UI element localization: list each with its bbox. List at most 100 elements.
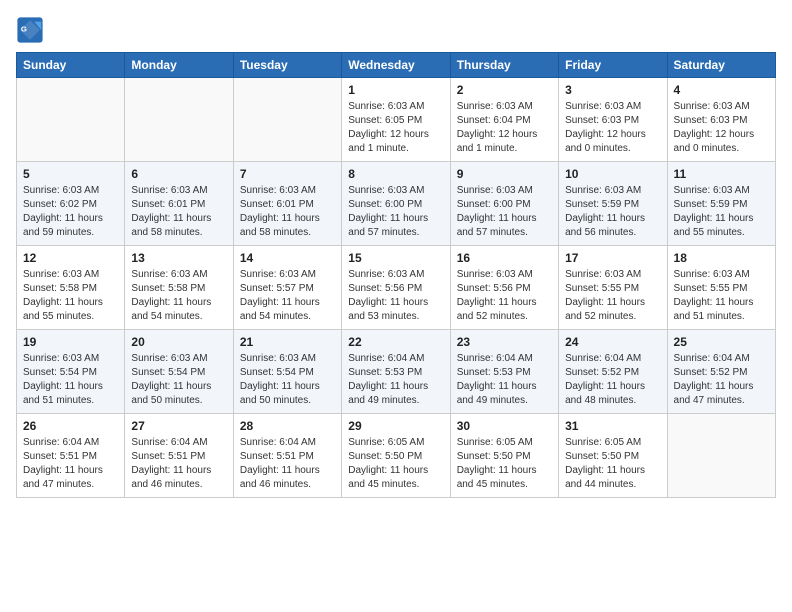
calendar-cell: 19Sunrise: 6:03 AMSunset: 5:54 PMDayligh… — [17, 330, 125, 414]
calendar-cell: 3 Sunrise: 6:03 AMSunset: 6:03 PMDaylight… — [559, 78, 667, 162]
cell-date: 3 — [565, 83, 660, 97]
cell-info: Sunrise: 6:03 AMSunset: 6:00 PMDaylight:… — [348, 184, 443, 240]
week-row-4: 19Sunrise: 6:03 AMSunset: 5:54 PMDayligh… — [17, 330, 776, 414]
cell-info: Sunrise: 6:03 AMSunset: 6:04 PMDaylight:… — [457, 100, 552, 156]
calendar-cell — [17, 78, 125, 162]
cell-date: 22 — [348, 335, 443, 349]
calendar-cell: 12 Sunrise: 6:03 AMSunset: 5:58 PMDayligh… — [17, 246, 125, 330]
cell-date: 5 — [23, 167, 118, 181]
cell-date: 6 — [131, 167, 226, 181]
calendar-table: SundayMondayTuesdayWednesdayThursdayFrid… — [16, 52, 776, 498]
calendar-cell: 21Sunrise: 6:03 AMSunset: 5:54 PMDayligh… — [233, 330, 341, 414]
calendar-cell: 14 Sunrise: 6:03 AMSunset: 5:57 PMDayligh… — [233, 246, 341, 330]
cell-info: Sunrise: 6:03 AMSunset: 5:58 PMDaylight:… — [131, 268, 226, 324]
calendar-cell: 27Sunrise: 6:04 AMSunset: 5:51 PMDayligh… — [125, 414, 233, 498]
cell-date: 26 — [23, 419, 118, 433]
week-row-2: 5 Sunrise: 6:03 AMSunset: 6:02 PMDaylight… — [17, 162, 776, 246]
calendar-cell: 20 Sunrise: 6:03 AMSunset: 5:54 PMDayligh… — [125, 330, 233, 414]
cell-info: Sunrise: 6:04 AMSunset: 5:52 PMDaylight:… — [565, 352, 660, 408]
week-row-3: 12 Sunrise: 6:03 AMSunset: 5:58 PMDayligh… — [17, 246, 776, 330]
cell-info: Sunrise: 6:03 AMSunset: 5:54 PMDaylight:… — [131, 352, 226, 408]
cell-date: 20 — [131, 335, 226, 349]
cell-date: 11 — [674, 167, 769, 181]
calendar-cell: 18 Sunrise: 6:03 AMSunset: 5:55 PMDayligh… — [667, 246, 775, 330]
cell-date: 7 — [240, 167, 335, 181]
cell-info: Sunrise: 6:03 AMSunset: 5:57 PMDaylight:… — [240, 268, 335, 324]
cell-info: Sunrise: 6:03 AMSunset: 6:02 PMDaylight:… — [23, 184, 118, 240]
calendar-cell: 1 Sunrise: 6:03 AMSunset: 6:05 PMDaylight… — [342, 78, 450, 162]
calendar-cell: 10 Sunrise: 6:03 AMSunset: 5:59 PMDayligh… — [559, 162, 667, 246]
cell-info: Sunrise: 6:03 AMSunset: 6:01 PMDaylight:… — [131, 184, 226, 240]
calendar-cell: 11 Sunrise: 6:03 AMSunset: 5:59 PMDayligh… — [667, 162, 775, 246]
svg-text:G: G — [21, 24, 27, 33]
cell-info: Sunrise: 6:04 AMSunset: 5:51 PMDaylight:… — [240, 436, 335, 492]
calendar-cell: 31 Sunrise: 6:05 AMSunset: 5:50 PMDayligh… — [559, 414, 667, 498]
cell-info: Sunrise: 6:04 AMSunset: 5:53 PMDaylight:… — [348, 352, 443, 408]
calendar-cell: 25 Sunrise: 6:04 AMSunset: 5:52 PMDayligh… — [667, 330, 775, 414]
cell-info: Sunrise: 6:03 AMSunset: 6:03 PMDaylight:… — [565, 100, 660, 156]
cell-date: 28 — [240, 419, 335, 433]
cell-date: 25 — [674, 335, 769, 349]
cell-info: Sunrise: 6:04 AMSunset: 5:53 PMDaylight:… — [457, 352, 552, 408]
calendar-cell: 16 Sunrise: 6:03 AMSunset: 5:56 PMDayligh… — [450, 246, 558, 330]
cell-info: Sunrise: 6:03 AMSunset: 5:58 PMDaylight:… — [23, 268, 118, 324]
calendar-cell: 23 Sunrise: 6:04 AMSunset: 5:53 PMDayligh… — [450, 330, 558, 414]
calendar-cell: 6 Sunrise: 6:03 AMSunset: 6:01 PMDaylight… — [125, 162, 233, 246]
calendar-cell: 15 Sunrise: 6:03 AMSunset: 5:56 PMDayligh… — [342, 246, 450, 330]
calendar-cell: 8 Sunrise: 6:03 AMSunset: 6:00 PMDaylight… — [342, 162, 450, 246]
week-row-1: 1 Sunrise: 6:03 AMSunset: 6:05 PMDaylight… — [17, 78, 776, 162]
calendar-cell: 13 Sunrise: 6:03 AMSunset: 5:58 PMDayligh… — [125, 246, 233, 330]
logo-icon: G — [16, 16, 44, 44]
calendar-cell: 29 Sunrise: 6:05 AMSunset: 5:50 PMDayligh… — [342, 414, 450, 498]
calendar-cell: 7 Sunrise: 6:03 AMSunset: 6:01 PMDaylight… — [233, 162, 341, 246]
cell-date: 12 — [23, 251, 118, 265]
calendar-cell — [667, 414, 775, 498]
cell-info: Sunrise: 6:05 AMSunset: 5:50 PMDaylight:… — [565, 436, 660, 492]
cell-info: Sunrise: 6:03 AMSunset: 5:59 PMDaylight:… — [674, 184, 769, 240]
calendar-cell: 26 Sunrise: 6:04 AMSunset: 5:51 PMDayligh… — [17, 414, 125, 498]
cell-date: 21 — [240, 335, 335, 349]
cell-date: 23 — [457, 335, 552, 349]
calendar-cell: 28 Sunrise: 6:04 AMSunset: 5:51 PMDayligh… — [233, 414, 341, 498]
cell-info: Sunrise: 6:03 AMSunset: 5:59 PMDaylight:… — [565, 184, 660, 240]
cell-date: 31 — [565, 419, 660, 433]
cell-info: Sunrise: 6:03 AMSunset: 5:56 PMDaylight:… — [457, 268, 552, 324]
calendar-cell: 2 Sunrise: 6:03 AMSunset: 6:04 PMDaylight… — [450, 78, 558, 162]
cell-info: Sunrise: 6:03 AMSunset: 5:54 PMDaylight:… — [23, 352, 118, 408]
day-header-saturday: Saturday — [667, 53, 775, 78]
day-header-wednesday: Wednesday — [342, 53, 450, 78]
cell-date: 1 — [348, 83, 443, 97]
cell-date: 4 — [674, 83, 769, 97]
cell-info: Sunrise: 6:04 AMSunset: 5:52 PMDaylight:… — [674, 352, 769, 408]
cell-date: 15 — [348, 251, 443, 265]
calendar-cell — [233, 78, 341, 162]
cell-info: Sunrise: 6:03 AMSunset: 6:03 PMDaylight:… — [674, 100, 769, 156]
cell-date: 13 — [131, 251, 226, 265]
cell-info: Sunrise: 6:05 AMSunset: 5:50 PMDaylight:… — [457, 436, 552, 492]
cell-date: 14 — [240, 251, 335, 265]
week-row-5: 26 Sunrise: 6:04 AMSunset: 5:51 PMDayligh… — [17, 414, 776, 498]
cell-date: 16 — [457, 251, 552, 265]
calendar-cell: 4 Sunrise: 6:03 AMSunset: 6:03 PMDaylight… — [667, 78, 775, 162]
cell-info: Sunrise: 6:03 AMSunset: 6:05 PMDaylight:… — [348, 100, 443, 156]
day-header-sunday: Sunday — [17, 53, 125, 78]
calendar-cell — [125, 78, 233, 162]
cell-info: Sunrise: 6:03 AMSunset: 5:55 PMDaylight:… — [565, 268, 660, 324]
cell-date: 29 — [348, 419, 443, 433]
page-header: G — [16, 16, 776, 44]
cell-date: 2 — [457, 83, 552, 97]
calendar-cell: 17 Sunrise: 6:03 AMSunset: 5:55 PMDayligh… — [559, 246, 667, 330]
cell-date: 10 — [565, 167, 660, 181]
calendar-cell: 5 Sunrise: 6:03 AMSunset: 6:02 PMDaylight… — [17, 162, 125, 246]
cell-date: 17 — [565, 251, 660, 265]
cell-info: Sunrise: 6:03 AMSunset: 5:56 PMDaylight:… — [348, 268, 443, 324]
cell-info: Sunrise: 6:05 AMSunset: 5:50 PMDaylight:… — [348, 436, 443, 492]
calendar-cell: 9Sunrise: 6:03 AMSunset: 6:00 PMDaylight… — [450, 162, 558, 246]
cell-date: 8 — [348, 167, 443, 181]
header-row: SundayMondayTuesdayWednesdayThursdayFrid… — [17, 53, 776, 78]
cell-date: 24 — [565, 335, 660, 349]
cell-info: Sunrise: 6:04 AMSunset: 5:51 PMDaylight:… — [23, 436, 118, 492]
cell-info: Sunrise: 6:03 AMSunset: 5:55 PMDaylight:… — [674, 268, 769, 324]
cell-date: 18 — [674, 251, 769, 265]
cell-info: Sunrise: 6:03 AMSunset: 6:01 PMDaylight:… — [240, 184, 335, 240]
